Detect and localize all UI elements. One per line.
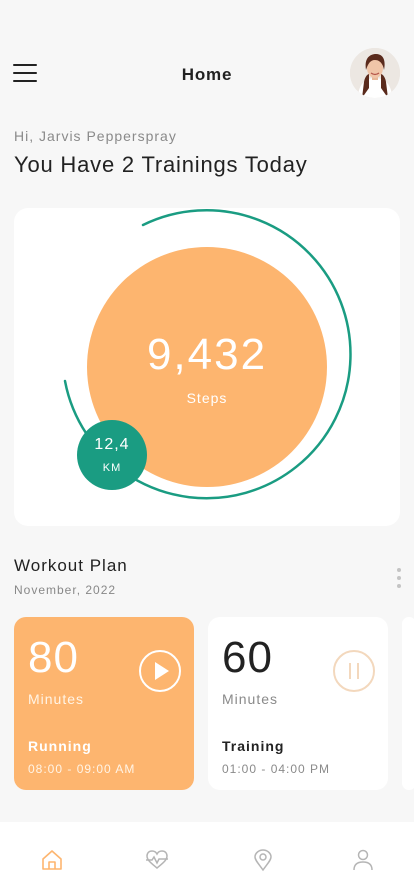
greeting-text: Hi, Jarvis Pepperspray (14, 128, 177, 144)
distance-badge[interactable]: 12,4 KM (77, 420, 147, 490)
avatar-portrait (350, 48, 400, 98)
distance-value: 12,4 (94, 436, 130, 453)
workout-plan-title: Workout Plan (14, 556, 128, 575)
header: Home (0, 40, 414, 106)
heartbeat-icon[interactable] (145, 848, 169, 872)
workout-name: Training (222, 738, 285, 754)
play-icon[interactable] (138, 649, 182, 693)
workout-time: 01:00 - 04:00 PM (222, 762, 331, 776)
workout-card-next[interactable] (402, 617, 414, 790)
distance-unit: KM (102, 462, 122, 474)
steps-label: Steps (186, 390, 228, 406)
more-options-icon[interactable] (394, 567, 404, 589)
workout-card-training[interactable]: 60 Minutes Training 01:00 - 04:00 PM (208, 617, 388, 790)
home-icon[interactable] (40, 848, 64, 872)
profile-icon[interactable] (351, 848, 375, 872)
more-dot (397, 584, 401, 588)
location-pin-icon[interactable] (251, 848, 275, 872)
pause-icon[interactable] (332, 649, 376, 693)
workout-minutes-unit: Minutes (28, 691, 85, 707)
workout-time: 08:00 - 09:00 AM (28, 762, 136, 776)
user-avatar[interactable] (350, 48, 400, 98)
workout-plan-date: November, 2022 (14, 583, 117, 597)
trainings-headline: You Have 2 Trainings Today (14, 152, 308, 177)
workout-card-running[interactable]: 80 Minutes Running 08:00 - 09:00 AM (14, 617, 194, 790)
bottom-nav (0, 822, 414, 896)
steps-value: 9,432 (146, 330, 268, 379)
workout-minutes: 80 (28, 633, 79, 682)
more-dot (397, 576, 401, 580)
more-dot (397, 568, 401, 572)
workout-name: Running (28, 738, 92, 754)
workout-minutes-unit: Minutes (222, 691, 279, 707)
workout-minutes: 60 (222, 633, 273, 682)
